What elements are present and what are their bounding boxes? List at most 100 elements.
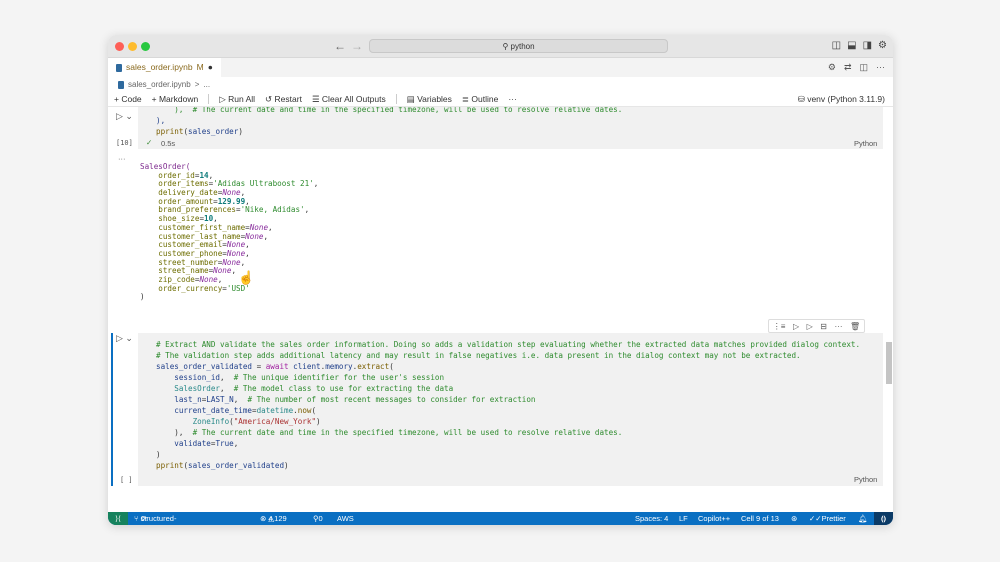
code-token: , [240,188,246,198]
close-window-button[interactable] [115,42,124,51]
more-actions-icon[interactable]: ··· [876,62,885,73]
minimize-window-button[interactable] [128,42,137,51]
code-token: sales_order_validated [156,362,253,371]
code-token: pprint [156,461,184,470]
command-center-search[interactable]: ⚲ python [369,39,668,53]
breadcrumb-more[interactable]: ... [203,77,210,92]
kernel-picker[interactable]: ⛁ venv (Python 3.11.9) [798,92,885,107]
code-line: SalesOrder, # The model class to use for… [156,383,860,394]
cell-position-item[interactable]: Cell 9 of 13 [741,512,779,525]
more-icon[interactable]: ··· [835,322,843,331]
toggle-sidebar-icon[interactable]: ◫ [832,40,841,51]
aws-item[interactable]: AWS [337,512,354,525]
cell-toolbar: ⋮≡ ▷ ▷ ⊟ ··· 🗑 [768,319,865,333]
kernel-label: venv (Python 3.11.9) [807,94,885,104]
copilot-item[interactable]: Copilot++ [698,512,730,525]
code-token: , [263,231,269,241]
ports-count: 0 [318,514,323,523]
clear-outputs-button[interactable]: ☰ Clear All Outputs [312,94,386,105]
code-line: ) [140,292,318,302]
code-token: , [220,384,234,393]
code-token: # The number of most recent messages to … [247,395,536,404]
code-token: , [245,196,250,206]
code-token: LAST_N [206,395,234,404]
forward-arrow-icon[interactable]: → [351,39,363,53]
settings-gear-icon[interactable]: ⚙ [878,40,887,51]
code-token: street_name [140,266,209,276]
code-token: , [213,214,218,224]
code-token: , [233,439,239,448]
cell-language[interactable]: Python [854,475,877,484]
code-token: , [313,179,319,189]
tab-bar: sales_order.ipynb M ● ⚙ ⇄ ◫ ··· [108,58,893,77]
split-editor-icon[interactable]: ◫ [859,62,868,73]
focused-cell-indicator [111,333,113,486]
outline-label: Outline [471,93,499,104]
code-token: True [215,439,234,448]
code-token: extract [357,362,390,371]
variables-button[interactable]: ▤ Variables [407,94,452,105]
toggle-secondary-sidebar-icon[interactable]: ◨ [863,40,872,51]
add-markdown-cell-button[interactable]: + Markdown [152,94,199,104]
compare-changes-icon[interactable]: ⇄ [844,62,852,73]
run-cell-icon[interactable]: ▷ ⌄ [116,111,133,122]
code-token: order_amount [140,196,214,206]
scrollbar-thumb[interactable] [886,342,892,384]
problems-item[interactable]: ⊗ 4 △ 129 [260,512,287,525]
toggle-panel-icon[interactable]: ⬓ [847,40,856,51]
maximize-window-button[interactable] [141,42,150,51]
remote-icon[interactable]: ⟩⟨ [108,512,128,525]
code-token: ) [238,127,243,136]
code-token: current_date_time [156,406,253,415]
run-cell-icon[interactable]: ▷ ⌄ [116,333,133,344]
ports-item[interactable]: ⚲ 0 [313,512,323,525]
gear-icon[interactable]: ⚙ [828,62,836,73]
variables-icon: ▤ [406,93,418,104]
hand-cursor-icon: ☝ [238,270,255,285]
copilot-icon[interactable]: ⊛ [791,512,797,525]
execute-above-icon[interactable]: ▷ [793,322,799,331]
cell-language[interactable]: Python [854,139,877,148]
unsaved-dot-icon[interactable]: ● [208,58,213,77]
code-token: ZoneInfo [156,417,230,426]
run-all-button[interactable]: ▷ Run All [219,94,255,105]
code-token: zip_code [140,274,195,284]
code-token: brand_preferences [140,205,237,215]
code-token: , [304,205,310,215]
add-code-cell-button[interactable]: + Code [114,94,142,104]
run-icon: ▷ [219,93,229,104]
code-token: 10 [204,214,214,224]
success-check-icon: ✓ [146,138,153,147]
run-by-line-icon[interactable]: ⋮≡ [773,322,786,331]
restart-label: Restart [274,93,302,104]
indentation-item[interactable]: Spaces: 4 [635,512,668,525]
code-token: sales_order_validated [188,461,285,470]
prettier-item[interactable]: ✓✓ Prettier [809,512,846,525]
code-token: None [245,231,264,241]
code-token: 'Nike, Adidas' [240,205,305,215]
tab-sales-order[interactable]: sales_order.ipynb M ● [108,58,221,77]
code-token: , [245,240,250,250]
code-line: ) [156,449,860,460]
branch-item[interactable]: ⑂ structured-data-extraction* ⟳ [134,512,176,525]
notifications-bell-icon[interactable]: 🔔︎ [858,512,868,525]
more-toolbar-button[interactable]: ··· [508,94,517,104]
output-more-icon[interactable]: ··· [118,154,126,163]
code-line: session_id, # The unique identifier for … [156,372,860,383]
code-token: 'Adidas Ultraboost 21' [213,179,314,189]
accounts-icon[interactable]: ⟬⟭ [874,512,893,525]
back-arrow-icon[interactable]: ← [334,39,346,53]
restart-button[interactable]: ↺ Restart [265,94,302,105]
code-token: ) [316,417,321,426]
execute-below-icon[interactable]: ▷ [807,322,813,331]
code-token: # The current date and time in the speci… [192,428,623,437]
code-token: validate [156,439,211,448]
code-token: customer_first_name [140,222,246,232]
eol-item[interactable]: LF [679,512,688,525]
outline-button[interactable]: ≣ Outline [462,94,498,105]
breadcrumb-file[interactable]: sales_order.ipynb [128,77,191,92]
code-token: # The validation step adds additional la… [156,351,801,360]
delete-cell-icon[interactable]: 🗑 [850,322,860,331]
split-cell-icon[interactable]: ⊟ [820,322,827,331]
code-token: client [288,362,321,371]
